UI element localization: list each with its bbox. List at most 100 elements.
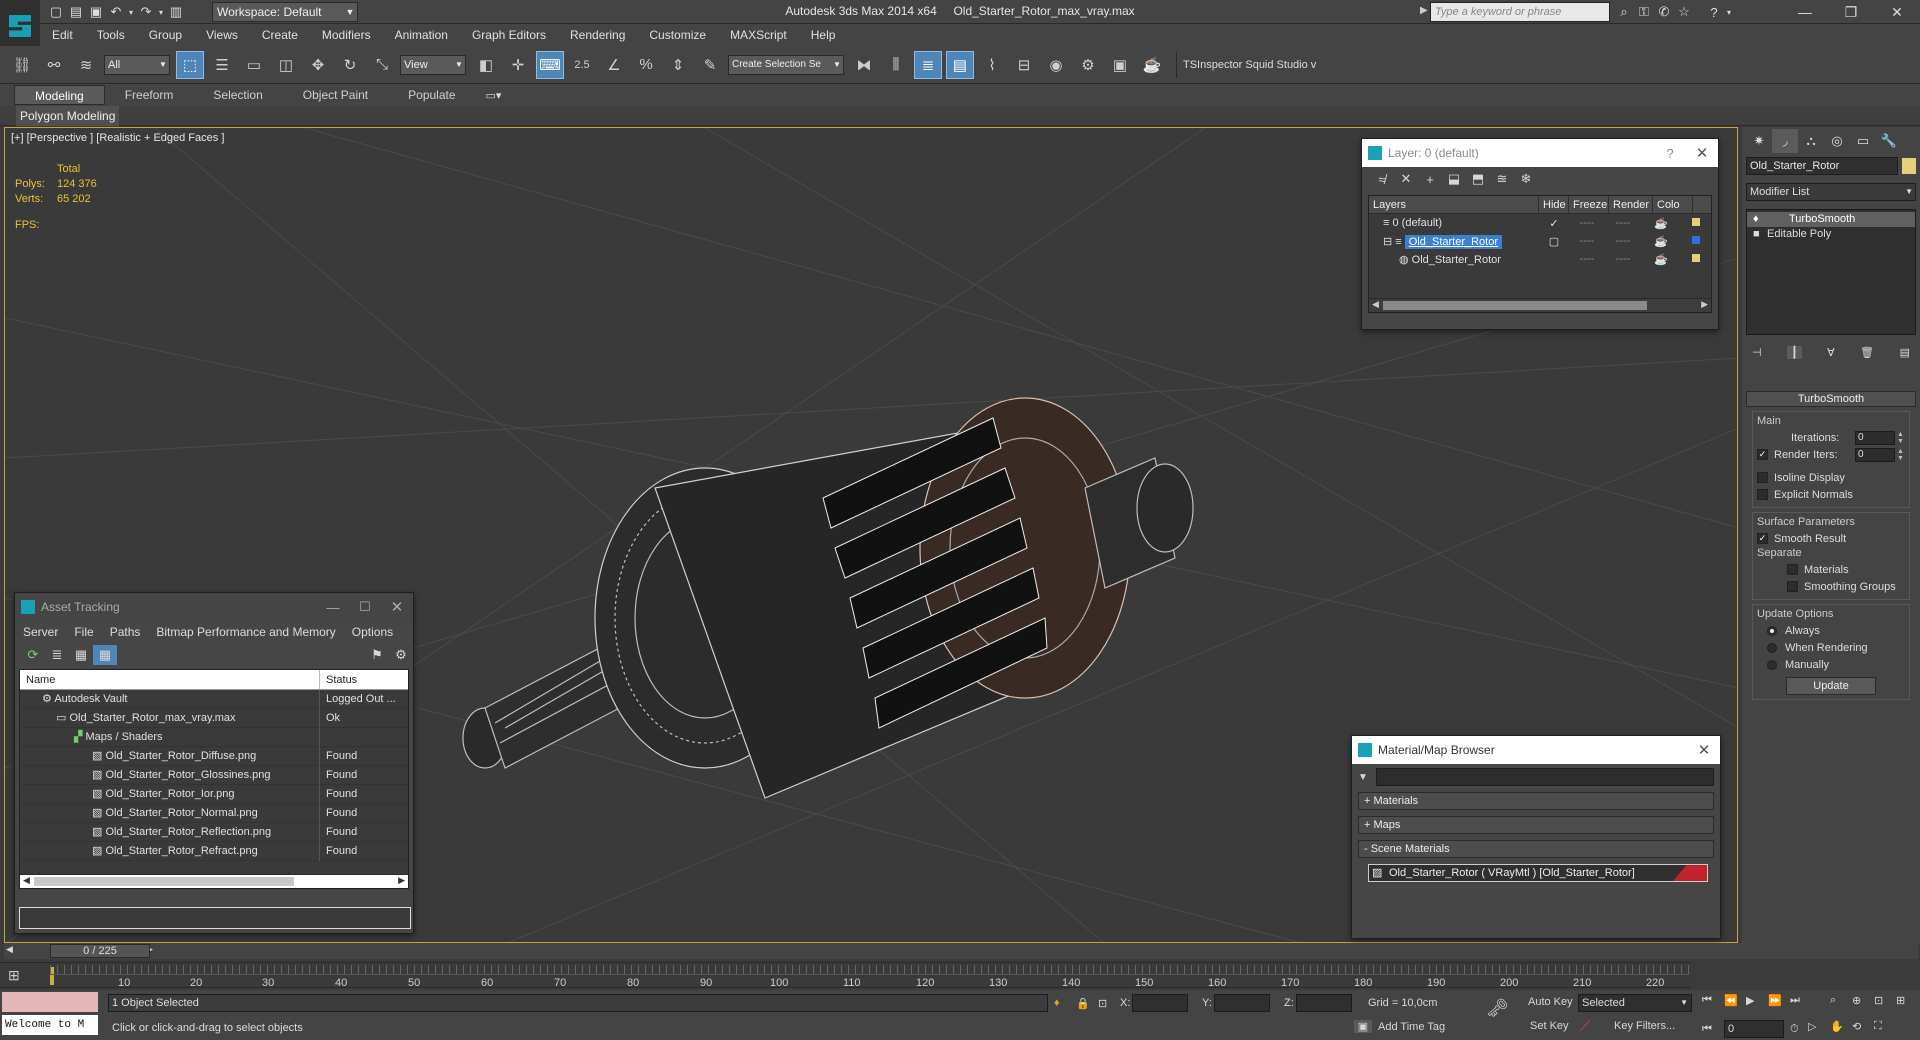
named-selection-dropdown[interactable]: Create Selection Se ▼ xyxy=(728,54,844,75)
menu-rendering[interactable]: Rendering xyxy=(558,24,637,46)
create-tab-icon[interactable]: ✷ xyxy=(1746,129,1772,153)
asset-table-scrollbar[interactable]: ◀ ▶ xyxy=(20,874,408,888)
zoom-all-icon[interactable]: ⊕ xyxy=(1852,994,1874,1007)
list-item[interactable]: ▧ Old_Starter_Rotor_Refract.png Found xyxy=(20,841,408,861)
workspace-dropdown[interactable]: Workspace: Default ▼ xyxy=(212,2,358,22)
layer-row-object[interactable]: ◍ Old_Starter_Rotor ---- ---- ☕ xyxy=(1369,250,1711,268)
zoom-extents-all-icon[interactable]: ⊞ xyxy=(1896,994,1918,1007)
materials-group[interactable]: + Materials xyxy=(1358,792,1714,810)
app-logo-icon[interactable] xyxy=(0,0,40,52)
help-icon[interactable]: ? xyxy=(1704,2,1724,22)
isolate-selection-icon[interactable]: ♦ xyxy=(1054,997,1076,1009)
x-coordinate-field[interactable] xyxy=(1132,994,1188,1012)
bind-space-warp-icon[interactable]: ≋ xyxy=(72,51,100,79)
menu-edit[interactable]: Edit xyxy=(40,24,85,46)
smooth-result-checkbox[interactable]: ✓ xyxy=(1757,533,1768,544)
col-hide[interactable]: Hide xyxy=(1539,196,1569,213)
menu-tools[interactable]: Tools xyxy=(85,24,137,46)
rectangular-selection-icon[interactable]: ▭ xyxy=(240,51,268,79)
motion-tab-icon[interactable]: ◎ xyxy=(1824,129,1850,153)
spinner-arrows-icon[interactable]: ▲ ▼ xyxy=(1897,431,1905,445)
make-unique-icon[interactable]: ∀ xyxy=(1827,346,1835,359)
tab-modeling[interactable]: Modeling xyxy=(14,85,105,105)
menu-maxscript[interactable]: MAXScript xyxy=(718,24,799,46)
material-search-input[interactable] xyxy=(1376,768,1714,786)
field-of-view-icon[interactable]: ▷ xyxy=(1808,1020,1830,1033)
align-icon[interactable]: ⫼ xyxy=(882,51,910,79)
asset-path-field[interactable] xyxy=(19,907,411,929)
isoline-display-checkbox[interactable] xyxy=(1757,472,1768,483)
key-mode-dropdown[interactable]: Selected ▼ xyxy=(1578,994,1692,1012)
help-icon[interactable]: ? xyxy=(1654,146,1686,161)
schematic-view-icon[interactable]: ⊟ xyxy=(1010,51,1038,79)
select-manipulate-icon[interactable]: ✛ xyxy=(504,51,532,79)
pin-stack-icon[interactable]: ⊣ xyxy=(1752,346,1762,359)
col-status[interactable]: Status xyxy=(320,670,357,689)
curve-editor-icon[interactable]: ⌇ xyxy=(978,51,1006,79)
hide-toggle[interactable]: ---- xyxy=(1569,253,1605,265)
display-tab-icon[interactable]: ▭ xyxy=(1850,129,1876,153)
undo-dropdown-icon[interactable]: ▾ xyxy=(126,2,136,22)
restore-icon[interactable]: ❐ xyxy=(1828,0,1874,24)
rendered-frame-window-icon[interactable]: ▣ xyxy=(1106,51,1134,79)
turbosmooth-rollout-header[interactable]: TurboSmooth xyxy=(1746,391,1916,407)
menu-animation[interactable]: Animation xyxy=(383,24,460,46)
scroll-thumb[interactable] xyxy=(1383,301,1647,310)
spinner-snap-icon[interactable]: ⇕ xyxy=(664,51,692,79)
time-slider-track[interactable]: ◀ ▶ xyxy=(4,943,1918,959)
mini-curve-editor-icon[interactable]: ⊞ xyxy=(8,967,20,984)
refresh-icon[interactable]: ⟳ xyxy=(21,645,45,665)
server-options-icon[interactable]: ⚙ xyxy=(389,645,413,665)
keyboard-shortcut-override-icon[interactable]: ⌨ xyxy=(536,50,564,79)
y-coordinate-field[interactable] xyxy=(1214,994,1270,1012)
layer-row-old-starter-rotor[interactable]: ⊟ ≡ Old_Starter_Rotor ▢ ---- ---- ☕ xyxy=(1369,232,1711,250)
previous-frame-icon[interactable]: ⏪ xyxy=(1724,994,1746,1007)
table-view-icon[interactable]: ▦ xyxy=(93,645,117,665)
remove-modifier-icon[interactable]: 🗑 xyxy=(1860,346,1874,359)
snaps-toggle-icon[interactable]: 2.5 xyxy=(568,51,596,79)
tab-freeform[interactable]: Freeform xyxy=(105,85,194,105)
close-icon[interactable]: ✕ xyxy=(1874,0,1920,24)
close-icon[interactable]: ✕ xyxy=(381,598,413,616)
scale-icon[interactable]: ⤡ xyxy=(368,51,396,79)
link-icon[interactable]: ⛓ xyxy=(8,51,36,79)
rotate-icon[interactable]: ↻ xyxy=(336,51,364,79)
selection-filter-dropdown[interactable]: All ▼ xyxy=(104,54,170,75)
scroll-right-icon[interactable]: ▶ xyxy=(1701,299,1708,310)
ribbon-options-icon[interactable]: ▭▾ xyxy=(486,89,502,102)
list-item[interactable]: ▧ Old_Starter_Rotor_Reflection.png Found xyxy=(20,822,408,842)
freeze-toggle[interactable]: ---- xyxy=(1605,235,1641,247)
render-teapot-icon[interactable]: ☕ xyxy=(1641,217,1681,230)
go-to-start-icon[interactable]: ⏮ xyxy=(1702,994,1724,1007)
list-item[interactable]: ▧ Old_Starter_Rotor_Glossines.png Found xyxy=(20,765,408,785)
delete-layer-icon[interactable]: ✕ xyxy=(1394,169,1418,189)
scroll-left-icon[interactable]: ◀ xyxy=(23,875,30,886)
select-object-icon[interactable]: ⬚ xyxy=(176,50,204,79)
unlink-icon[interactable]: ⚯ xyxy=(40,51,68,79)
show-end-result-icon[interactable]: ┃ xyxy=(1787,345,1802,359)
hide-all-layers-icon[interactable]: ≊ xyxy=(1490,169,1514,189)
explicit-normals-checkbox[interactable] xyxy=(1757,489,1768,500)
percent-snap-icon[interactable]: % xyxy=(632,51,660,79)
go-to-end-icon[interactable]: ⏭ xyxy=(1790,994,1812,1007)
play-icon[interactable]: ▶ xyxy=(1746,994,1768,1007)
update-manually-radio[interactable] xyxy=(1767,659,1777,670)
hide-toggle[interactable]: ---- xyxy=(1569,235,1605,247)
reference-coordinate-dropdown[interactable]: View ▼ xyxy=(400,54,466,75)
col-name[interactable]: Name xyxy=(20,670,320,689)
material-browser-titlebar[interactable]: Material/Map Browser ✕ xyxy=(1352,736,1720,764)
list-item[interactable]: ▧ Old_Starter_Rotor_Diffuse.png Found xyxy=(20,746,408,766)
render-iters-checkbox[interactable]: ✓ xyxy=(1757,449,1768,460)
create-layer-icon[interactable]: ≉ xyxy=(1370,169,1394,189)
project-folder-icon[interactable]: ▥ xyxy=(166,2,186,22)
absolute-mode-icon[interactable]: ⊡ xyxy=(1098,997,1120,1010)
configure-sets-icon[interactable]: ▤ xyxy=(1900,346,1910,359)
plugin-toolbar-label[interactable]: TSInspector Squid Studio v xyxy=(1183,59,1316,71)
list-item[interactable]: ▞ Maps / Shaders xyxy=(20,727,408,747)
communication-icon[interactable]: ✆ xyxy=(1654,2,1674,22)
menu-views[interactable]: Views xyxy=(194,24,250,46)
move-icon[interactable]: ✥ xyxy=(304,51,332,79)
layer-row-default[interactable]: ≡ 0 (default) ✓ ---- ---- ☕ xyxy=(1369,214,1711,232)
redo-icon[interactable]: ↷ xyxy=(136,2,156,22)
layer-color-swatch[interactable] xyxy=(1692,236,1700,244)
